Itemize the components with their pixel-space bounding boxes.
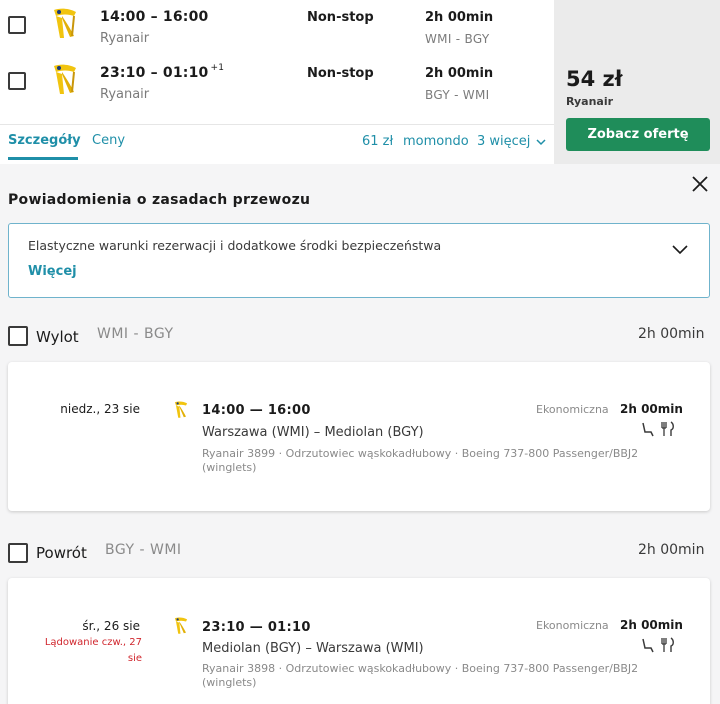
- other-offer-provider[interactable]: momondo: [403, 134, 469, 149]
- segment-cabin: Ekonomiczna: [536, 403, 609, 416]
- segment-details: Ryanair 3899 · Odrzutowiec wąskokadłubow…: [202, 447, 639, 474]
- chevron-down-icon[interactable]: [671, 242, 689, 256]
- rules-title: Powiadomienia o zasadach przewozu: [8, 192, 311, 208]
- outbound-checkbox[interactable]: [8, 326, 28, 346]
- segment-times: 23:10 — 01:10: [202, 620, 311, 635]
- ryanair-harp-icon: [174, 401, 188, 418]
- segment-date: śr., 26 sie: [82, 619, 140, 633]
- flight-1-airline: Ryanair: [100, 31, 150, 46]
- notice-more-link[interactable]: Więcej: [28, 264, 77, 279]
- outbound-label: Wylot: [36, 328, 79, 346]
- outbound-segment-card: niedz., 23 sie 14:00 — 16:00 Warszawa (W…: [8, 362, 710, 511]
- segment-details: Ryanair 3898 · Odrzutowiec wąskokadłubow…: [202, 662, 639, 689]
- flight-1-times: 14:00 – 16:00: [100, 9, 209, 25]
- tab-prices[interactable]: Ceny: [92, 133, 125, 148]
- segment-cities: Warszawa (WMI) – Mediolan (BGY): [202, 425, 424, 440]
- view-offer-button[interactable]: Zobacz ofertę: [566, 118, 710, 151]
- divider: [0, 124, 554, 125]
- more-offers-link[interactable]: 3 więcej: [477, 134, 530, 149]
- flight-2-stops: Non-stop: [307, 66, 374, 81]
- seat-meal-icon: [642, 421, 674, 437]
- return-checkbox[interactable]: [8, 543, 28, 563]
- segment-duration: 2h 00min: [620, 618, 683, 632]
- chevron-down-icon[interactable]: [536, 138, 546, 146]
- close-icon[interactable]: [690, 174, 710, 194]
- segment-cities: Mediolan (BGY) – Warszawa (WMI): [202, 641, 424, 656]
- return-duration: 2h 00min: [638, 542, 705, 558]
- outbound-duration: 2h 00min: [638, 326, 705, 342]
- other-offer-price[interactable]: 61 zł: [362, 134, 393, 149]
- price-provider: Ryanair: [566, 95, 614, 108]
- flight-2-duration: 2h 00min: [425, 66, 494, 81]
- ryanair-harp-icon: [54, 8, 76, 38]
- return-label: Powrót: [36, 544, 87, 562]
- plus-day-badge: +1: [210, 63, 225, 73]
- return-segment-card: śr., 26 sie Lądowanie czw., 27 sie 23:10…: [8, 578, 710, 704]
- return-route: BGY - WMI: [105, 542, 182, 558]
- segment-duration: 2h 00min: [620, 402, 683, 416]
- ryanair-harp-icon: [54, 64, 76, 94]
- result-card: 14:00 – 16:00 Ryanair Non-stop 2h 00min …: [0, 0, 720, 164]
- flight-2-route: BGY - WMI: [425, 88, 490, 102]
- ryanair-harp-icon: [174, 617, 188, 634]
- notice-text: Elastyczne warunki rezerwacji i dodatkow…: [28, 238, 442, 253]
- segment-date: niedz., 23 sie: [60, 402, 140, 416]
- arrival-next-day-note: Lądowanie czw., 27 sie: [44, 637, 142, 664]
- flight-2-airline: Ryanair: [100, 87, 150, 102]
- seat-meal-icon: [642, 637, 674, 653]
- rules-notice[interactable]: Elastyczne warunki rezerwacji i dodatkow…: [8, 223, 710, 298]
- tab-active-indicator: [8, 157, 78, 160]
- flight-1-route: WMI - BGY: [425, 32, 490, 46]
- segment-cabin: Ekonomiczna: [536, 619, 609, 632]
- segment-times: 14:00 — 16:00: [202, 403, 311, 418]
- tab-details[interactable]: Szczegóły: [8, 133, 81, 148]
- price-amount: 54 zł: [566, 67, 623, 91]
- flight-2-checkbox[interactable]: [8, 72, 26, 90]
- flight-1-checkbox[interactable]: [8, 16, 26, 34]
- flight-2-times: 23:10 – 01:10 +1: [100, 63, 225, 81]
- flight-1-duration: 2h 00min: [425, 10, 494, 25]
- outbound-route: WMI - BGY: [97, 326, 174, 342]
- flight-1-stops: Non-stop: [307, 10, 374, 25]
